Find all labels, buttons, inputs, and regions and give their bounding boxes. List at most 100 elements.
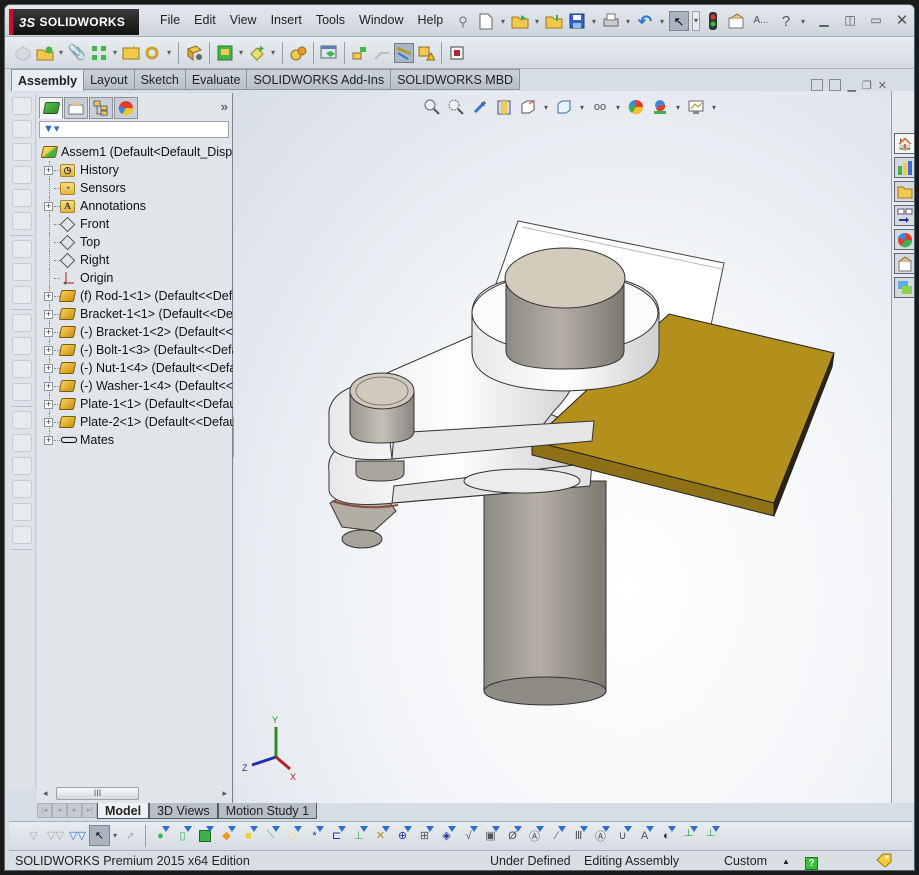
pattern-icon[interactable] [11, 383, 32, 401]
scroll-thumb[interactable]: III [56, 786, 139, 800]
open-dropdown[interactable]: ▾ [533, 17, 541, 26]
rod-upper[interactable] [504, 247, 626, 370]
insert-components-icon[interactable] [13, 43, 33, 63]
print-dropdown[interactable]: ▾ [624, 17, 632, 26]
fillet-icon[interactable] [11, 189, 32, 207]
filter-vertices-icon[interactable]: ● [150, 825, 171, 846]
tab-assembly[interactable]: Assembly [11, 69, 85, 91]
restore-icon[interactable]: ▭ [866, 11, 886, 29]
filter-planes-icon[interactable]: ◇ [282, 825, 303, 846]
open-icon[interactable] [510, 11, 530, 31]
home-icon[interactable]: 🏠 [894, 133, 914, 154]
take-snapshot-icon[interactable] [447, 43, 467, 63]
shell-icon[interactable] [11, 337, 32, 355]
tab-solidworks-add-ins[interactable]: SOLIDWORKS Add-Ins [247, 69, 392, 90]
tree-filter-input[interactable]: ▼▾ [39, 121, 229, 138]
tree-item-washer[interactable]: + (-) Washer-1<4> (Default<<[ [37, 377, 233, 395]
draft-icon[interactable] [11, 457, 32, 475]
tab-solidworks-mbd[interactable]: SOLIDWORKS MBD [391, 69, 521, 90]
custom-properties-icon[interactable] [894, 253, 914, 274]
tree-item-origin[interactable]: Origin [37, 269, 233, 287]
combine-icon[interactable] [11, 526, 32, 544]
last-tab-button[interactable]: ▸| [82, 803, 97, 818]
reference-geometry-dropdown[interactable]: ▾ [269, 48, 277, 57]
tree-item-annotations[interactable]: + A Annotations [37, 197, 233, 215]
filter-surface-bodies-icon[interactable]: ◆ [216, 825, 237, 846]
appearances-icon[interactable] [894, 229, 914, 250]
filter-balloons-icon[interactable]: Ø [502, 825, 523, 846]
bolt[interactable] [349, 372, 415, 482]
instant3d-icon[interactable] [394, 42, 414, 63]
save-dropdown[interactable]: ▾ [590, 17, 598, 26]
new-document-icon[interactable] [476, 11, 496, 31]
property-manager-tab[interactable] [64, 97, 88, 119]
dome-icon[interactable] [11, 434, 32, 452]
bill-of-materials-icon[interactable] [319, 43, 339, 63]
assembly-model-view[interactable] [234, 91, 891, 803]
print-icon[interactable] [601, 11, 621, 31]
expand-toggle[interactable]: + [44, 345, 53, 355]
file-explorer-icon[interactable] [894, 181, 914, 202]
rib-icon[interactable] [11, 212, 32, 230]
tree-item-bracket-1[interactable]: + Bracket-1<1> (Default<<Defa [37, 305, 233, 323]
prev-tab-button[interactable]: ◂ [52, 803, 67, 818]
tree-item-bolt[interactable]: + (-) Bolt-1<3> (Default<<Defa [37, 341, 233, 359]
select-all-filters-icon[interactable]: ↖ [89, 825, 110, 846]
file-properties-icon[interactable] [726, 11, 746, 31]
menu-help[interactable]: Help [411, 13, 451, 27]
show-hidden-components-icon[interactable] [184, 43, 204, 63]
tree-item-plate-1[interactable]: + Plate-1<1> (Default<<Defaul [37, 395, 233, 413]
tab-layout[interactable]: Layout [84, 69, 135, 90]
filter-center-marks-icon[interactable]: ✕ [370, 825, 391, 846]
forum-icon[interactable] [894, 277, 914, 298]
tree-item-front-plane[interactable]: Front [37, 215, 233, 233]
move-component-icon[interactable] [143, 43, 163, 63]
new-motion-study-icon[interactable] [288, 43, 308, 63]
surface-icon[interactable] [11, 314, 32, 332]
solidworks-logo[interactable]: 3S SOLIDWORKS [9, 9, 139, 35]
tree-item-top-plane[interactable]: Top [37, 233, 233, 251]
new-part-icon[interactable] [35, 43, 55, 63]
filter-surface-finish-icon[interactable]: ◈ [436, 825, 457, 846]
filter-mid-points-icon[interactable]: ┴ [678, 825, 699, 846]
rebuild-traffic-light-icon[interactable] [703, 11, 723, 31]
filter-geometric-tolerance-icon[interactable]: √ [458, 825, 479, 846]
expand-toggle[interactable]: + [44, 165, 53, 175]
first-tab-button[interactable]: |◂ [37, 803, 52, 818]
tab-sketch[interactable]: Sketch [134, 69, 186, 90]
expand-toggle[interactable]: + [44, 309, 53, 319]
help-dropdown[interactable]: ▾ [799, 17, 807, 26]
expand-toggle[interactable]: + [44, 327, 53, 337]
scroll-right-arrow[interactable]: ▸ [222, 788, 227, 799]
revolve-icon[interactable] [11, 120, 32, 138]
save-icon[interactable] [567, 11, 587, 31]
expand-toggle[interactable]: + [44, 363, 53, 373]
tree-item-rod[interactable]: + (f) Rod-1<1> (Default<<Defa [37, 287, 233, 305]
reference-geometry-icon[interactable] [247, 43, 267, 63]
filter-weld-symbols-icon[interactable]: Ⓐ [524, 825, 545, 846]
close-icon[interactable]: ✕ [892, 11, 912, 29]
units-selector[interactable]: Custom [724, 854, 767, 868]
assembly-features-icon[interactable] [215, 43, 235, 63]
expand-toggle[interactable]: + [44, 417, 53, 427]
tab-evaluate[interactable]: Evaluate [185, 69, 248, 90]
undo-dropdown[interactable]: ▾ [658, 17, 666, 26]
new-part-dropdown[interactable]: ▾ [57, 48, 65, 57]
tree-item-history[interactable]: + ◷ History [37, 161, 233, 179]
filter-midpoints-icon[interactable]: ⊥ [348, 825, 369, 846]
exploded-view-icon[interactable] [350, 43, 370, 63]
smart-fasteners-icon[interactable] [121, 43, 141, 63]
filter-routing-points-icon[interactable]: ◐ [656, 825, 677, 846]
tree-horizontal-scrollbar[interactable]: ◂ III ▸ [39, 785, 231, 801]
filter-end-points-icon[interactable]: ┴ [700, 825, 721, 846]
doc-tile-left-icon[interactable] [811, 79, 824, 91]
menu-edit[interactable]: Edit [187, 13, 223, 27]
options-icon[interactable]: A... [749, 11, 773, 31]
cut-extrude-icon[interactable] [11, 240, 32, 258]
menu-insert[interactable]: Insert [264, 13, 309, 27]
filter-dowel-pin-icon[interactable]: ∪ [612, 825, 633, 846]
intersect-icon[interactable] [11, 503, 32, 521]
assembly-features-dropdown[interactable]: ▾ [237, 48, 245, 57]
filter-faces-icon[interactable] [194, 825, 215, 846]
tree-item-right-plane[interactable]: Right [37, 251, 233, 269]
